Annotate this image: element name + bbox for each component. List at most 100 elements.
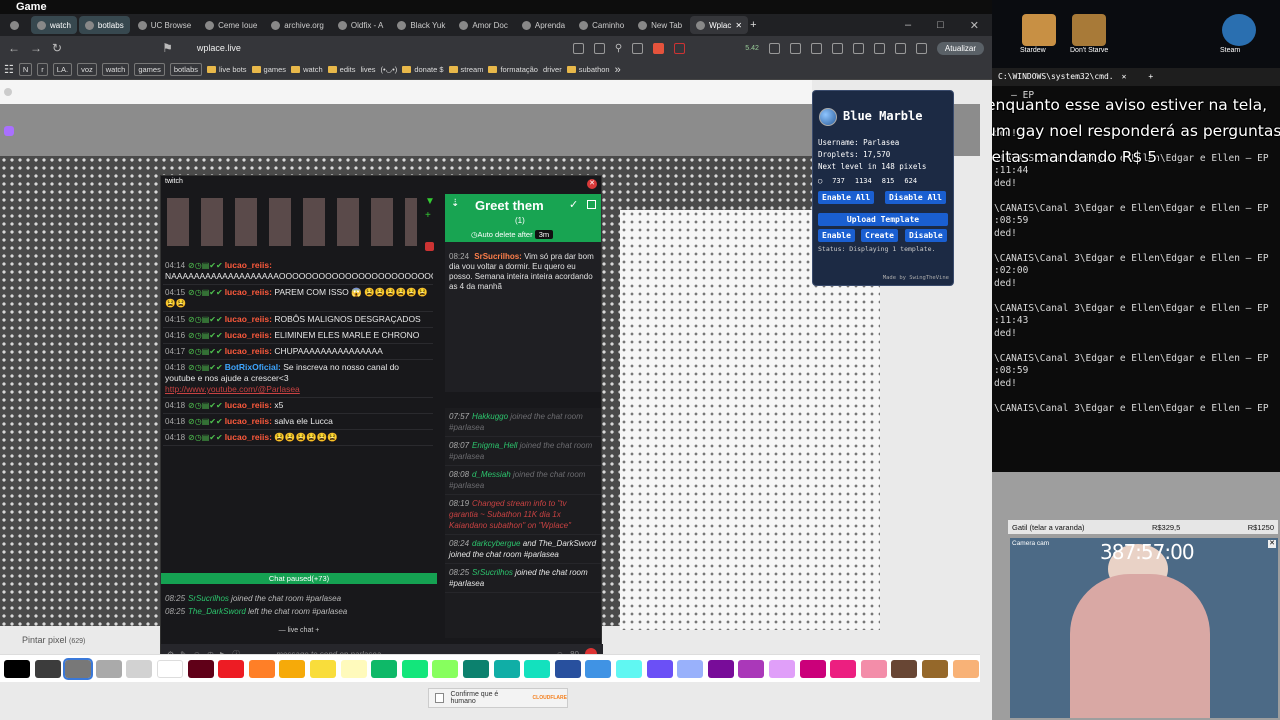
browser-tab[interactable]: botlabs (78, 16, 130, 34)
screen-icon[interactable] (572, 42, 584, 54)
cmd-tab[interactable]: C:\WINDOWS\system32\cmd. ✕ + (992, 68, 1280, 86)
history-user[interactable]: Enigma_Hell (472, 441, 517, 450)
bookmark-item[interactable]: r (37, 63, 48, 76)
disable-button[interactable]: Disable (905, 229, 947, 242)
new-tab-icon[interactable]: + (1148, 72, 1153, 82)
brave-shield-icon[interactable] (653, 42, 665, 54)
browser-tab[interactable]: Caminho (573, 16, 630, 34)
coord-tile-y[interactable]: 1134 (855, 177, 872, 185)
bookmark-item[interactable]: (•◡•) (381, 65, 398, 74)
color-swatch[interactable] (493, 660, 520, 678)
bookmark-item[interactable]: live bots (207, 65, 247, 74)
join-user[interactable]: SrSucrilhos (188, 594, 229, 603)
forward-icon[interactable]: → (30, 41, 42, 55)
dot-icon[interactable] (4, 88, 12, 96)
share-icon[interactable] (632, 42, 644, 54)
extension-icon[interactable] (852, 42, 864, 54)
color-swatch[interactable] (310, 660, 336, 678)
enable-all-button[interactable]: Enable All (818, 191, 875, 204)
color-swatch[interactable] (63, 658, 94, 680)
color-swatch[interactable] (279, 660, 306, 678)
filter-icon[interactable]: ▼ (425, 196, 435, 207)
desktop-app-icon[interactable] (1222, 14, 1256, 46)
bookmark-item[interactable]: stream (448, 65, 483, 74)
color-swatch[interactable] (371, 660, 398, 678)
close-icon[interactable]: ✕ (1268, 540, 1276, 548)
browser-tab[interactable]: Ceme Ioue (199, 16, 263, 34)
url-field[interactable]: wplace.live (197, 43, 383, 53)
chat-message[interactable]: 04:18 ⊘◷▤✔✔ lucao_reiis: 😫😫😫😫😫😫 (163, 430, 433, 446)
bookmark-icon[interactable]: ⚑ (162, 41, 173, 55)
enable-button[interactable]: Enable (818, 229, 855, 242)
disable-all-button[interactable]: Disable All (885, 191, 946, 204)
bookmark-item[interactable]: formatação (488, 65, 538, 74)
message-link[interactable]: http://www.youtube.com/@Parlasea (165, 384, 300, 394)
browser-tab[interactable]: Black Yuk (391, 16, 451, 34)
bookmark-item[interactable]: subathon (566, 65, 610, 74)
message-user[interactable]: lucao_reiis: (225, 287, 272, 297)
browser-tab[interactable]: archive.org (265, 16, 330, 34)
color-swatch[interactable] (340, 660, 367, 678)
coord-px-x[interactable]: 815 (882, 177, 895, 185)
message-user[interactable]: lucao_reiis: (225, 346, 272, 356)
color-swatch[interactable] (891, 660, 918, 678)
color-swatch[interactable] (401, 660, 428, 678)
bookmark-item[interactable]: LA. (52, 63, 73, 76)
twitch-icon[interactable] (4, 126, 14, 136)
color-swatch[interactable] (738, 660, 765, 678)
chat-message[interactable]: 04:15 ⊘◷▤✔✔ lucao_reiis: PAREM COM ISSO 😱 … (163, 285, 433, 312)
extension-icon[interactable] (810, 42, 822, 54)
history-user[interactable]: darkcybergue (472, 539, 520, 548)
message-user[interactable]: lucao_reiis: (225, 330, 272, 340)
message-user[interactable]: lucao_reiis: (225, 260, 272, 270)
chat-message[interactable]: 04:16 ⊘◷▤✔✔ lucao_reiis: ELIMINEM ELES MAR… (163, 328, 433, 344)
bookmark-item[interactable]: voz (77, 63, 97, 76)
history-user[interactable]: d_Messiah (472, 470, 511, 479)
color-swatch[interactable] (707, 660, 734, 678)
minimize-icon[interactable]: – (905, 19, 911, 31)
translate-icon[interactable] (593, 42, 605, 54)
color-swatch[interactable] (126, 660, 153, 678)
desktop-app-icon[interactable] (1022, 14, 1056, 46)
browser-tab[interactable]: New Tab (632, 16, 688, 34)
browser-tab[interactable]: UC Browse (132, 16, 197, 34)
wallet-icon[interactable] (894, 42, 906, 54)
join-user[interactable]: The_DarkSword (188, 607, 246, 616)
extension-icon[interactable] (831, 42, 843, 54)
color-swatch[interactable] (646, 660, 673, 678)
message-user[interactable]: lucao_reiis: (225, 400, 272, 410)
bookmark-item[interactable]: watch (291, 65, 323, 74)
bookmark-item[interactable]: games (251, 65, 286, 74)
message-user[interactable]: lucao_reiis: (225, 432, 272, 442)
color-swatch[interactable] (554, 660, 581, 678)
extension-icon[interactable] (789, 42, 801, 54)
color-swatch[interactable] (922, 660, 948, 678)
check-icon[interactable]: ✓ (569, 198, 578, 211)
rewards-icon[interactable] (674, 42, 686, 54)
color-swatch[interactable] (463, 660, 489, 678)
color-swatch[interactable] (769, 660, 795, 678)
add-icon[interactable]: + (425, 210, 431, 221)
color-swatch[interactable] (187, 660, 214, 678)
greet-message[interactable]: 08:24 SrSucrilhos: Vim só pra dar bom di… (449, 252, 599, 292)
extension-counter[interactable]: 5.42 (745, 45, 759, 52)
chat-message[interactable]: 04:18 ⊘◷▤✔✔ lucao_reiis: x5 (163, 398, 433, 414)
create-button[interactable]: Create (861, 229, 898, 242)
color-swatch[interactable] (585, 660, 612, 678)
bookmark-item[interactable]: botlabs (169, 63, 203, 76)
message-user[interactable]: lucao_reiis: (225, 416, 272, 426)
paint-pixel-button[interactable]: Pintar pixel (629) (22, 635, 85, 645)
apps-grid-icon[interactable]: ☷ (4, 63, 14, 76)
coord-tile-x[interactable]: 737 (832, 177, 845, 185)
browser-tab[interactable] (4, 16, 29, 34)
trash-icon[interactable] (425, 242, 434, 251)
color-swatch[interactable] (34, 660, 61, 678)
browser-tab[interactable]: Aprenda (516, 16, 571, 34)
auto-delete-select[interactable]: 3m (534, 230, 554, 239)
message-user[interactable]: lucao_reiis: (225, 314, 272, 324)
close-window-icon[interactable]: ✕ (970, 19, 979, 32)
browser-tab[interactable]: watch (31, 16, 77, 34)
leo-icon[interactable] (915, 42, 927, 54)
color-swatch[interactable] (860, 660, 887, 678)
maximize-icon[interactable]: □ (937, 19, 944, 31)
